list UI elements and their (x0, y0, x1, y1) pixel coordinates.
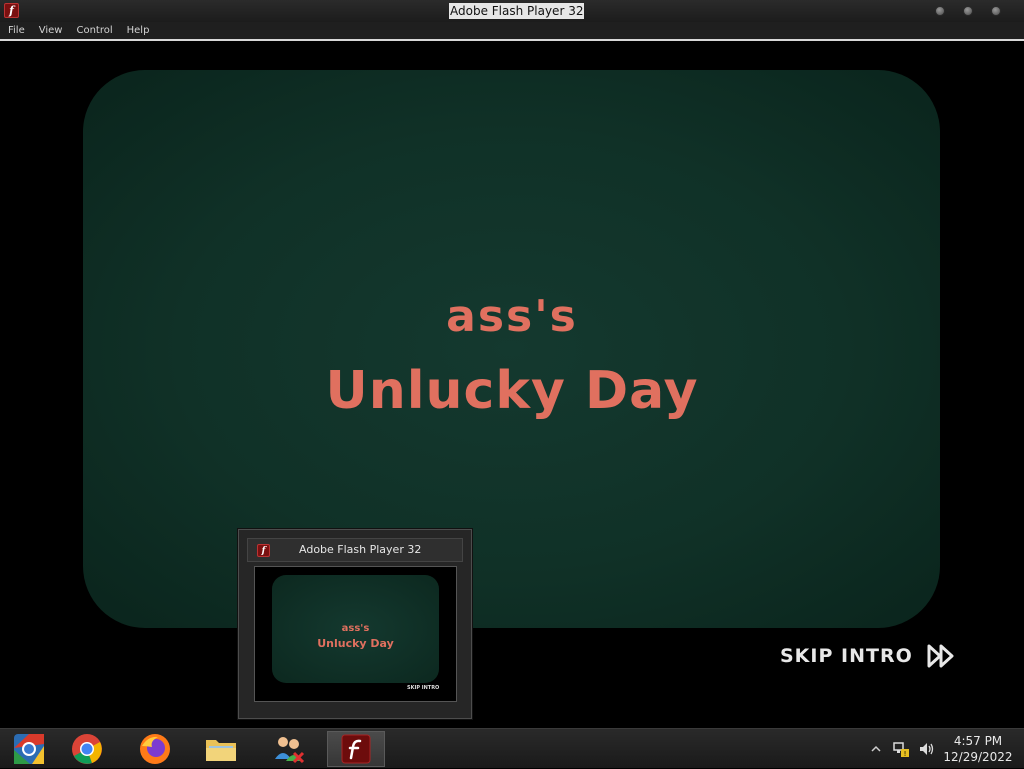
clock-time: 4:57 PM (953, 734, 1003, 748)
thumbnail-skip-label: SKIP INTRO (407, 685, 440, 691)
taskbar: ! 4:57 PM 12/29/2022 (0, 728, 1024, 768)
clock-date: 12/29/2022 (943, 750, 1013, 764)
svg-text:!: ! (904, 750, 907, 758)
taskbar-network-app[interactable] (260, 731, 318, 767)
system-clock[interactable]: 4:57 PM 12/29/2022 (938, 733, 1018, 765)
flash-player-icon[interactable]: f (4, 3, 19, 18)
taskbar-thumbnail-preview[interactable]: f Adobe Flash Player 32 ass's Unlucky Da… (238, 529, 472, 719)
taskbar-chrome[interactable] (58, 731, 116, 767)
skip-intro-label: SKIP INTRO (780, 645, 913, 667)
menu-bar: File View Control Help (0, 22, 1024, 41)
thumbnail-title-line2: Unlucky Day (317, 637, 394, 650)
taskbar-firefox[interactable] (126, 731, 184, 767)
chromium-icon (14, 734, 44, 764)
intro-title-line2: Unlucky Day (325, 361, 699, 421)
system-tray: ! (870, 729, 936, 769)
menu-control[interactable]: Control (70, 25, 118, 36)
fast-forward-icon (927, 644, 954, 668)
people-network-icon (275, 737, 305, 764)
title-bar[interactable]: f Adobe Flash Player 32 (0, 0, 1024, 22)
menu-help[interactable]: Help (121, 25, 156, 36)
intro-title-line1: ass's (446, 291, 578, 342)
skip-intro-button[interactable]: SKIP INTRO (780, 641, 955, 671)
thumbnail-panel: ass's Unlucky Day (272, 575, 439, 683)
taskbar-chromium[interactable] (0, 731, 58, 767)
show-hidden-icons-icon[interactable] (870, 743, 882, 755)
close-button[interactable] (991, 6, 1001, 16)
flash-player-icon: f (257, 544, 270, 557)
thumbnail-title: Adobe Flash Player 32 (299, 543, 422, 556)
taskbar-flash-player[interactable] (327, 731, 385, 767)
volume-icon[interactable] (918, 740, 936, 758)
window-title: Adobe Flash Player 32 (449, 3, 585, 19)
maximize-button[interactable] (963, 6, 973, 16)
chrome-icon (72, 734, 102, 764)
flash-stage[interactable]: ass's Unlucky Day SKIP INTRO (0, 43, 1024, 728)
firefox-icon (140, 734, 170, 764)
network-icon[interactable]: ! (892, 740, 910, 758)
menu-file[interactable]: File (2, 25, 31, 36)
thumbnail-title-line1: ass's (341, 623, 370, 634)
minimize-button[interactable] (935, 6, 945, 16)
taskbar-file-explorer[interactable] (192, 731, 250, 767)
flash-player-icon (341, 734, 371, 764)
thumbnail-screen[interactable]: ass's Unlucky Day SKIP INTRO (254, 566, 457, 702)
menu-view[interactable]: View (33, 25, 69, 36)
folder-icon (206, 740, 236, 761)
intro-panel (83, 70, 940, 628)
